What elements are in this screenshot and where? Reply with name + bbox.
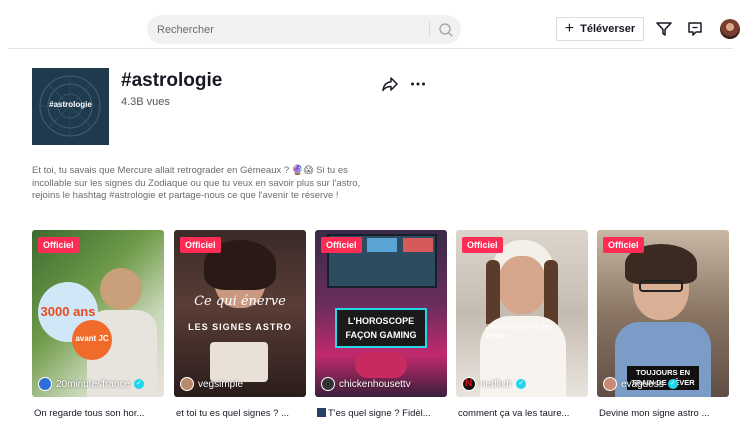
overlay-title: Peut-être que j'ai des xyxy=(486,324,552,331)
hashtag-views: 4.3B vues xyxy=(121,96,170,108)
video-card[interactable]: 3000 ans avant JC Officiel 20minutesfran… xyxy=(32,230,164,422)
video-author[interactable]: vegsimple xyxy=(180,377,243,391)
video-thumbnail[interactable]: L'HOROSCOPE FAÇON GAMING Officiel chicke… xyxy=(315,230,447,397)
screen-block xyxy=(367,238,397,252)
overlay-box xyxy=(335,308,427,348)
search-input[interactable] xyxy=(157,15,422,44)
netflix-logo-icon: N xyxy=(462,377,476,391)
author-avatar xyxy=(38,377,52,391)
author-name: evaguess xyxy=(621,378,664,390)
hashtag-thumbnail-label: #astrologie xyxy=(49,100,92,109)
author-name: chickenhousettv xyxy=(339,378,411,390)
hashtag-thumbnail: #astrologie xyxy=(32,68,109,145)
plus-icon: + xyxy=(564,19,575,37)
overlay-subtitle: avant JC xyxy=(75,334,109,343)
author-name: 20minutesfrance xyxy=(56,378,130,390)
overlay-subtitle: FAÇON GAMING xyxy=(345,330,417,340)
share-icon[interactable] xyxy=(381,75,399,93)
gamepad-shape xyxy=(355,352,407,378)
overlay-subtitle: besoin xyxy=(486,333,507,340)
video-caption[interactable]: et toi tu es quel signes ? ... xyxy=(176,408,306,419)
video-caption[interactable]: Devine mon signe astro ... xyxy=(599,408,729,419)
video-emoji-icon xyxy=(317,408,326,417)
official-badge: Officiel xyxy=(603,237,644,253)
glasses-shape xyxy=(639,280,683,292)
overlay-title: 3000 ans xyxy=(40,304,96,319)
overlay-title: L'HOROSCOPE xyxy=(347,316,415,326)
video-author[interactable]: chickenhousettv xyxy=(321,377,411,391)
profile-avatar[interactable] xyxy=(720,19,740,39)
screen-block xyxy=(403,238,433,252)
hashtag-description: Et toi, tu savais que Mercure allait ret… xyxy=(32,165,361,202)
verified-icon: ✓ xyxy=(516,379,527,389)
video-thumbnail[interactable]: Ce qui énerve LES SIGNES ASTRO Officiel … xyxy=(174,230,306,397)
search-divider xyxy=(429,22,430,37)
author-avatar xyxy=(180,377,194,391)
tarot-cards xyxy=(210,342,268,382)
official-badge: Officiel xyxy=(38,237,79,253)
video-caption[interactable]: On regarde tous son hor... xyxy=(34,408,164,419)
upload-button[interactable]: + Téléverser xyxy=(556,17,644,41)
person-head xyxy=(498,256,546,314)
author-name: netflixfr xyxy=(480,378,513,390)
upload-label: Téléverser xyxy=(580,23,636,35)
caption-text: T'es quel signe ? Fidèl... xyxy=(328,408,431,419)
inbox-filter-icon[interactable] xyxy=(655,20,673,38)
search-bar xyxy=(147,15,461,44)
overlay-subtitle: LES SIGNES ASTRO xyxy=(188,322,292,332)
official-badge: Officiel xyxy=(321,237,362,253)
video-thumbnail[interactable]: Peut-être que j'ai des besoin Officiel N… xyxy=(456,230,588,397)
search-icon[interactable] xyxy=(436,20,456,40)
author-name: vegsimple xyxy=(198,378,244,390)
overlay-title: Ce qui énerve xyxy=(194,294,286,309)
more-options-icon[interactable] xyxy=(409,75,427,93)
video-card[interactable]: L'HOROSCOPE FAÇON GAMING Officiel chicke… xyxy=(315,230,447,422)
author-avatar xyxy=(603,377,617,391)
messages-icon[interactable] xyxy=(686,20,704,38)
video-card[interactable]: Peut-être que j'ai des besoin Officiel N… xyxy=(456,230,588,422)
video-caption[interactable]: comment ça va les taure... xyxy=(458,408,588,419)
video-thumbnail[interactable]: 3000 ans avant JC Officiel 20minutesfran… xyxy=(32,230,164,397)
video-author[interactable]: N netflixfr ✓ xyxy=(462,377,527,391)
verified-icon: ✓ xyxy=(133,379,144,389)
video-caption[interactable]: T'es quel signe ? Fidèl... xyxy=(317,408,447,419)
video-card[interactable]: Ce qui énerve LES SIGNES ASTRO Officiel … xyxy=(174,230,306,422)
official-badge: Officiel xyxy=(180,237,221,253)
video-author[interactable]: evaguess ✓ xyxy=(603,377,678,391)
video-author[interactable]: 20minutesfrance ✓ xyxy=(38,377,144,391)
video-thumbnail[interactable]: TOUJOURS EN TRAIN DE RÊVER Officiel evag… xyxy=(597,230,729,397)
header-divider xyxy=(8,48,733,49)
official-badge: Officiel xyxy=(462,237,503,253)
top-header: + Téléverser xyxy=(0,0,741,50)
verified-icon: ✓ xyxy=(667,379,678,389)
hashtag-title: #astrologie xyxy=(121,70,223,91)
video-card[interactable]: TOUJOURS EN TRAIN DE RÊVER Officiel evag… xyxy=(597,230,729,422)
author-avatar xyxy=(321,377,335,391)
overlay-title: TOUJOURS EN xyxy=(635,368,691,377)
person-head xyxy=(100,268,142,310)
